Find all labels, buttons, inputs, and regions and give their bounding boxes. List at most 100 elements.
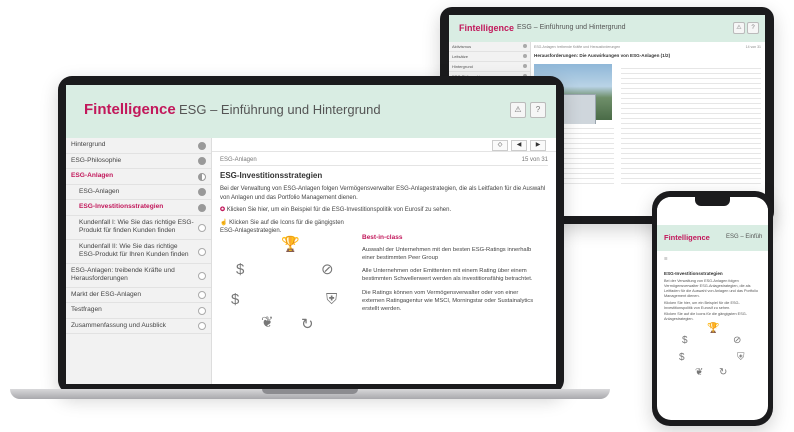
check-icon — [198, 157, 206, 166]
sidebar-item-label: Zusammenfassung und Ausblick — [71, 321, 166, 329]
brand-logo: Fintelligence — [664, 233, 710, 242]
course-title: ESG – Einführung und Hintergrund — [517, 24, 626, 31]
shield-check-icon[interactable]: ⛨ — [737, 352, 745, 363]
sidebar-item[interactable]: Aktivismus — [449, 42, 530, 52]
status-icon — [523, 64, 527, 68]
phone-header: Fintelligence ESG – Einfüh — [657, 225, 768, 251]
course-title: ESG – Einführung und Hintergrund — [179, 102, 381, 117]
open-circle-icon — [198, 223, 206, 232]
prev-button[interactable]: ◀ — [511, 140, 527, 151]
money-plant-icon[interactable]: $ — [679, 352, 685, 363]
open-circle-icon — [198, 291, 206, 300]
open-circle-icon — [198, 322, 206, 331]
sidebar-item-label: Aktivismus — [452, 44, 472, 49]
cycle-icon[interactable]: ↻ — [719, 367, 727, 378]
laptop-device: Fintelligence ESG – Einführung und Hinte… — [58, 76, 564, 394]
tablet-content: ESG-Anlagen: treibende Kräfte und Heraus… — [531, 42, 765, 216]
sidebar-item-label: Hintergrund — [452, 64, 473, 69]
sidebar-item-esg-anlagen-sub[interactable]: ESG-Anlagen — [66, 185, 211, 200]
alert-icon[interactable]: ⚠ — [733, 22, 745, 34]
phone-device: Fintelligence ESG – Einfüh ☰ ESG-Investi… — [652, 191, 773, 426]
course-title: ESG – Einfüh — [726, 234, 763, 240]
sidebar-item-hintergrund[interactable]: Hintergrund — [66, 138, 211, 154]
next-button[interactable]: ▶ — [530, 140, 546, 151]
sidebar-item[interactable]: Leitsätze — [449, 52, 530, 62]
text-block — [621, 64, 761, 184]
detail-paragraph: Die Ratings können vom Vermögensverwalte… — [362, 289, 534, 312]
hand-pointer-icon: ☝ — [220, 220, 230, 226]
open-circle-icon — [198, 306, 206, 315]
page-title: ESG-Investitionsstrategien — [220, 171, 323, 180]
page-number: 15 von 31 — [521, 157, 548, 163]
tablet-header: Fintelligence ESG – Einführung und Hinte… — [449, 15, 765, 42]
link-icon: ✪ — [220, 207, 227, 213]
sidebar-item-investitionsstrategien[interactable]: ESG-Investitionsstrategien — [66, 200, 211, 216]
forbidden-icon[interactable]: ⊘ — [321, 261, 334, 279]
sidebar-item-kundenfall-1[interactable]: Kundenfall I: Wie Sie das richtige ESG-P… — [66, 216, 211, 240]
sidebar-item-label: Hintergrund — [71, 141, 106, 148]
course-header: Fintelligence ESG – Einführung und Hinte… — [66, 85, 556, 138]
money-plant-icon[interactable]: $ — [231, 291, 239, 309]
phone-status-area — [657, 197, 768, 225]
strategy-detail: Best-in-class Auswahl der Unternehmen mi… — [362, 234, 542, 319]
phone-notch — [695, 197, 730, 206]
icons-hint-text: Klicken Sie auf die Icons für die gängig… — [664, 312, 747, 321]
sidebar-item-label: ESG-Anlagen: treibende Kräfte und Heraus… — [71, 266, 175, 283]
forbidden-icon[interactable]: ⊘ — [733, 335, 741, 346]
sidebar-item[interactable]: Hintergrund — [449, 62, 530, 72]
open-circle-icon — [198, 247, 206, 256]
eurosif-note-text[interactable]: Klicken Sie hier, um ein Beispiel für di… — [664, 301, 762, 311]
course-sidebar: Hintergrund ESG-Philosophie ESG-Anlagen … — [66, 138, 212, 384]
strategy-icons: 🏆 $ ⊘ $ ⛨ ❦ ↻ — [226, 236, 348, 348]
laptop-screen: Fintelligence ESG – Einführung und Hinte… — [66, 85, 556, 384]
sidebar-item-label: Markt der ESG-Anlagen — [71, 290, 141, 298]
progress-icon — [198, 172, 206, 181]
page-number: 14 von 31 — [745, 45, 761, 49]
status-icon — [523, 44, 527, 48]
check-icon — [198, 203, 206, 212]
sidebar-item-kundenfall-2[interactable]: Kundenfall II: Wie Sie das richtige ESG-… — [66, 240, 211, 264]
shield-check-icon[interactable]: ⛨ — [326, 291, 337, 309]
plant-hand-icon[interactable]: ❦ — [695, 367, 703, 378]
check-icon — [198, 188, 206, 197]
icons-hint-text: Klicken Sie auf die Icons für die gängig… — [220, 220, 344, 234]
sidebar-item-label: Kundenfall I: Wie Sie das richtige ESG-P… — [79, 218, 194, 235]
money-hand-icon[interactable]: $ — [682, 335, 688, 346]
open-circle-icon — [198, 271, 206, 280]
phone-screen: Fintelligence ESG – Einfüh ☰ ESG-Investi… — [657, 197, 768, 420]
money-hand-icon[interactable]: $ — [236, 261, 244, 279]
nav-toolbar: ◇ ◀ ▶ — [212, 138, 556, 152]
trophy-icon[interactable]: 🏆 — [281, 236, 300, 254]
sidebar-item-markt[interactable]: Markt der ESG-Anlagen — [66, 288, 211, 303]
sidebar-item-label: ESG-Investitionsstrategien — [79, 203, 164, 210]
sidebar-item-label: ESG-Anlagen — [71, 172, 114, 179]
plant-hand-icon[interactable]: ❦ — [261, 314, 274, 332]
breadcrumb: ESG-Anlagen: treibende Kräfte und Heraus… — [534, 45, 621, 49]
help-button[interactable]: ? — [747, 22, 759, 34]
menu-icon[interactable]: ☰ — [664, 257, 667, 262]
sidebar-item-treibende-kraefte[interactable]: ESG-Anlagen: treibende Kräfte und Heraus… — [66, 264, 211, 288]
brand-logo: Fintelligence — [459, 23, 515, 33]
brand-logo: Fintelligence — [84, 101, 176, 118]
sidebar-item-esg-anlagen[interactable]: ESG-Anlagen — [66, 169, 211, 185]
laptop-hinge — [262, 389, 358, 394]
expand-button[interactable]: ◇ — [492, 140, 508, 151]
cycle-icon[interactable]: ↻ — [301, 316, 314, 334]
trophy-icon[interactable]: 🏆 — [707, 323, 719, 334]
sidebar-item-label: ESG-Philosophie — [71, 156, 122, 164]
sidebar-item-zusammenfassung[interactable]: Zusammenfassung und Ausblick — [66, 319, 211, 334]
check-icon — [198, 141, 206, 150]
divider — [220, 165, 548, 166]
sidebar-item-esg-philosophie[interactable]: ESG-Philosophie — [66, 154, 211, 169]
sidebar-item-label: ESG-Anlagen — [79, 187, 120, 195]
breadcrumb: ESG-Anlagen — [220, 157, 257, 163]
eurosif-note[interactable]: ✪ Klicken Sie hier, um ein Beispiel für … — [220, 206, 546, 214]
page-title: Herausforderungen: Die Auswirkungen von … — [534, 53, 671, 58]
help-button[interactable]: ? — [530, 102, 546, 118]
detail-paragraph: Alle Unternehmen oder Emittenten mit ein… — [362, 268, 533, 283]
sidebar-item-testfragen[interactable]: Testfragen — [66, 303, 211, 319]
detail-title: Best-in-class — [362, 234, 403, 241]
intro-text: Bei der Verwaltung von ESG-Anlagen folge… — [664, 279, 758, 298]
alert-icon[interactable]: ⚠ — [510, 102, 526, 118]
page-title: ESG-Investitionsstrategien — [664, 271, 723, 276]
